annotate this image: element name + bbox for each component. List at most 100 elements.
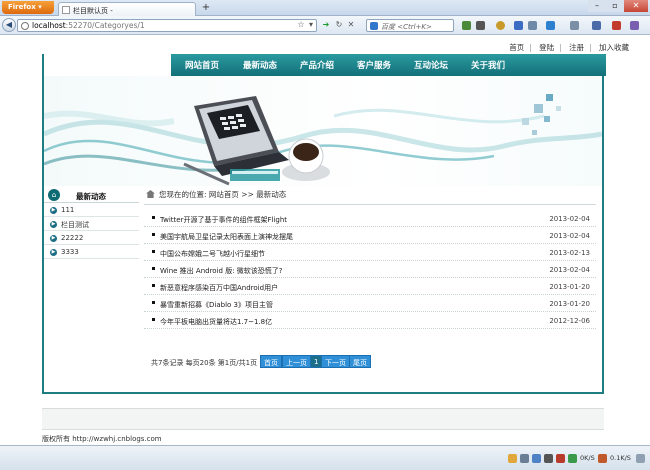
sidebar-item-test[interactable]: ▶ 栏目测试 <box>44 218 139 231</box>
next-page-button[interactable]: 下一页 <box>321 355 350 368</box>
news-date: 2013-02-04 <box>549 232 590 240</box>
tools-icon[interactable] <box>532 454 541 463</box>
new-tab-button[interactable]: + <box>200 3 212 14</box>
upload-icon <box>598 454 607 463</box>
news-item[interactable]: 今年平板电脑出货量将达1.7~1.8亿 2012-12-06 <box>144 313 596 329</box>
translate-icon[interactable] <box>514 21 523 30</box>
content-area: 您现在的位置: 网站首页 >> 最新动态 Twitter开源了基于事件的组件框架… <box>144 188 596 388</box>
bookmark-star-icon[interactable]: ☆ <box>296 20 306 30</box>
sidebar-item-label: 3333 <box>61 248 79 256</box>
top-links: 首页 | 登陆 | 注册 | 加入收藏 <box>509 43 629 52</box>
copyright-text: 版权所有 http://wzwhj.cnblogs.com <box>42 435 162 443</box>
house-icon <box>146 190 155 198</box>
adblock-status-icon[interactable] <box>556 454 565 463</box>
news-item[interactable]: 新恶意程序感染百万中国Android用户 2013-01-20 <box>144 279 596 295</box>
news-item[interactable]: 美国宇航局卫星记录太阳表面上演神龙摆尾 2013-02-04 <box>144 228 596 244</box>
screenshot-icon[interactable] <box>528 21 537 30</box>
baidu-search-icon <box>370 22 378 30</box>
nav-item-home[interactable]: 网站首页 <box>185 59 219 71</box>
screenshot-status-icon[interactable] <box>520 454 529 463</box>
top-link-login[interactable]: 登陆 <box>539 43 554 52</box>
addon-icon[interactable] <box>462 21 471 30</box>
address-bar[interactable]: localhost:52270/Categoryes/1 <box>17 19 317 32</box>
url-path: :52270/Categoryes/1 <box>65 21 145 30</box>
weather-icon[interactable] <box>546 21 555 30</box>
top-link-home[interactable]: 首页 <box>509 43 524 52</box>
banner-image <box>44 76 602 186</box>
home-icon[interactable] <box>592 21 601 30</box>
banner-illustration <box>44 94 602 186</box>
upload-speed: 0.1K/S <box>610 454 631 462</box>
page-favicon-icon <box>62 6 70 14</box>
prev-page-button[interactable]: 上一页 <box>282 355 311 368</box>
bullet-icon <box>152 284 155 287</box>
news-date: 2012-12-06 <box>549 317 590 325</box>
menu-dropdown-icon[interactable] <box>476 21 485 30</box>
browser-tab[interactable]: 栏目默认页 - <box>58 2 196 16</box>
news-title[interactable]: 暴雪重新招募《Diablo 3》项目主管 <box>160 300 273 310</box>
news-title[interactable]: 中国公布嫦娥二号飞越小行星细节 <box>160 249 265 259</box>
breadcrumb: 您现在的位置: 网站首页 >> 最新动态 <box>144 189 596 205</box>
news-title[interactable]: Twitter开源了基于事件的组件框架Flight <box>160 215 287 225</box>
news-date: 2013-02-04 <box>549 215 590 223</box>
site-frame: 网站首页 最新动态 产品介绍 客户服务 互动论坛 关于我们 ⌂ 最新动态 ▶ 1… <box>42 54 606 394</box>
download-speed: 0K/S <box>580 454 595 462</box>
news-title[interactable]: 新恶意程序感染百万中国Android用户 <box>160 283 278 293</box>
news-title[interactable]: 美国宇航局卫星记录太阳表面上演神龙摆尾 <box>160 232 293 242</box>
arrow-right-icon: ▶ <box>50 235 57 242</box>
minimize-button[interactable]: – <box>588 0 606 12</box>
sync-icon[interactable] <box>570 21 579 30</box>
news-item[interactable]: 中国公布嫦娥二号飞越小行星细节 2013-02-13 <box>144 245 596 261</box>
back-button[interactable]: ◀ <box>2 18 16 32</box>
sidebar-header: ⌂ 最新动态 <box>44 188 139 203</box>
last-page-button[interactable]: 尾页 <box>349 355 371 368</box>
firebug-icon[interactable] <box>496 21 505 30</box>
sidebar-item-label: 22222 <box>61 234 84 242</box>
bullet-icon <box>152 216 155 219</box>
dropdown-arrow-icon[interactable]: ▾ <box>306 20 316 30</box>
laptop-icon <box>194 96 289 181</box>
nav-item-news[interactable]: 最新动态 <box>243 59 277 71</box>
breadcrumb-text: 您现在的位置: 网站首页 >> 最新动态 <box>159 190 287 199</box>
extensions-icon[interactable] <box>630 21 639 30</box>
sidebar-item-111[interactable]: ▶ 111 <box>44 204 139 217</box>
web-page: 首页 | 登陆 | 注册 | 加入收藏 网站首页 最新动态 产品介绍 客户服务 互动论… <box>0 36 650 445</box>
nav-item-service[interactable]: 客户服务 <box>357 59 391 71</box>
browser-statusbar: 0K/S 0.1K/S <box>0 445 650 470</box>
bullet-icon <box>152 250 155 253</box>
news-item[interactable]: Wine 推出 Android 版: 微软该恐慌了? 2013-02-04 <box>144 262 596 278</box>
stop-icon[interactable]: ✕ <box>346 20 356 30</box>
pen-status-icon[interactable] <box>544 454 553 463</box>
top-link-register[interactable]: 注册 <box>569 43 584 52</box>
news-title[interactable]: 今年平板电脑出货量将达1.7~1.8亿 <box>160 317 272 327</box>
tab-title: 栏目默认页 - <box>73 7 113 15</box>
news-title[interactable]: Wine 推出 Android 版: 微软该恐慌了? <box>160 266 283 276</box>
nav-item-forum[interactable]: 互动论坛 <box>414 59 448 71</box>
first-page-button[interactable]: 首页 <box>260 355 282 368</box>
search-box[interactable]: 百度 <Ctrl+K> <box>366 19 454 32</box>
reload-icon[interactable]: ↻ <box>334 20 344 30</box>
rss-icon[interactable] <box>508 454 517 463</box>
pagination-info: 共7条记录 每页20条 第1页/共1页 <box>151 359 258 367</box>
news-date: 2013-01-20 <box>549 283 590 291</box>
close-window-button[interactable]: ✕ <box>624 0 648 12</box>
firefox-menu-button[interactable]: Firefox ▾ <box>2 1 54 14</box>
adblock-icon[interactable] <box>612 21 621 30</box>
arrow-right-icon: ▶ <box>50 207 57 214</box>
bullet-icon <box>152 233 155 236</box>
news-date: 2013-01-20 <box>549 300 590 308</box>
nav-item-about[interactable]: 关于我们 <box>471 59 505 71</box>
bullet-icon <box>152 301 155 304</box>
sidebar-item-22222[interactable]: ▶ 22222 <box>44 232 139 245</box>
breadcrumb-divider <box>144 204 596 205</box>
top-link-favorite[interactable]: 加入收藏 <box>599 43 629 52</box>
go-button-icon[interactable]: ➔ <box>321 20 331 30</box>
nav-item-products[interactable]: 产品介绍 <box>300 59 334 71</box>
resize-grip-icon[interactable] <box>636 454 645 463</box>
news-item[interactable]: 暴雪重新招募《Diablo 3》项目主管 2013-01-20 <box>144 296 596 312</box>
sidebar: ⌂ 最新动态 ▶ 111 ▶ 栏目测试 ▶ 22222 ▶ 3333 <box>44 188 139 368</box>
maximize-button[interactable]: ▫ <box>606 0 624 12</box>
home-circle-icon: ⌂ <box>48 189 60 201</box>
news-item[interactable]: Twitter开源了基于事件的组件框架Flight 2013-02-04 <box>144 211 596 227</box>
sidebar-item-3333[interactable]: ▶ 3333 <box>44 246 139 259</box>
